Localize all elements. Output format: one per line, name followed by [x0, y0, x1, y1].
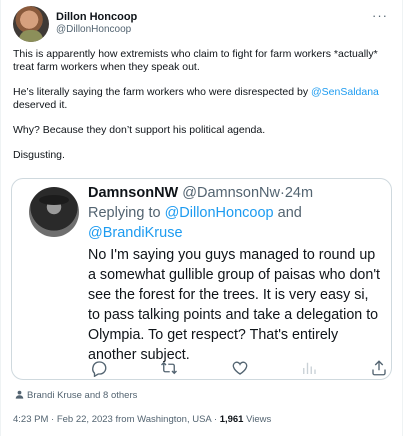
quoted-tweet-header: DamnsonNW @DamnsonNw·24m [88, 183, 313, 203]
quoted-handle[interactable]: @DamnsonNw [182, 185, 280, 201]
tweet-paragraph: Why? Because they don’t support his poli… [13, 124, 266, 136]
views-label: Views [246, 414, 272, 425]
post-date[interactable]: Feb 22, 2023 [57, 414, 113, 425]
tweet-header: Dillon Honcoop @DillonHoncoop ··· [13, 6, 390, 42]
quoted-display-name[interactable]: DamnsonNW [88, 185, 178, 201]
tweet-paragraph: Disgusting. [13, 149, 65, 161]
author-avatar[interactable] [13, 6, 49, 42]
liked-by[interactable]: Brandi Kruse and 8 others [15, 390, 137, 402]
quoted-action-bar [88, 359, 388, 378]
separator-dot: · [51, 414, 55, 425]
tweet-text-span: He’s literally saying the farm workers w… [13, 86, 312, 98]
person-icon [15, 390, 24, 399]
tweet: Dillon Honcoop @DillonHoncoop ··· This i… [0, 0, 403, 436]
reply-icon[interactable] [90, 359, 108, 378]
analytics-icon[interactable] [300, 359, 318, 377]
like-icon[interactable] [231, 359, 249, 377]
replying-to: Replying to @DillonHoncoop and @BrandiKr… [88, 203, 378, 243]
quoted-tweet-text: No I'm saying you guys managed to round … [88, 247, 381, 363]
share-icon[interactable] [370, 359, 388, 377]
more-horizontal-icon[interactable]: ··· [372, 8, 388, 23]
separator-dot: · [213, 414, 218, 425]
tweet-meta: 4:23 PM · Feb 22, 2023 from Washington, … [13, 414, 271, 426]
post-location: from Washington, USA [115, 414, 212, 425]
post-time[interactable]: 4:23 PM [13, 414, 48, 425]
retweet-icon[interactable] [160, 359, 178, 377]
author-block[interactable]: Dillon Honcoop @DillonHoncoop [56, 11, 137, 36]
mention-link[interactable]: @SenSaldana [311, 86, 379, 98]
quoted-tweet[interactable]: DamnsonNW @DamnsonNw·24m Replying to @Di… [11, 178, 392, 380]
mention-link[interactable]: @BrandiKruse [88, 225, 183, 241]
tweet-paragraph: He’s literally saying the farm workers w… [13, 86, 389, 112]
tweet-text: This is apparently how extremists who cl… [13, 48, 389, 174]
mention-link[interactable]: @DillonHoncoop [165, 205, 274, 221]
views-count: 1,961 [219, 414, 244, 425]
liked-by-text: Brandi Kruse and 8 others [27, 390, 138, 401]
author-display-name[interactable]: Dillon Honcoop [56, 11, 137, 23]
tweet-text-span: deserved it. [13, 99, 68, 111]
replying-to-label: Replying to [88, 205, 165, 221]
quoted-author-avatar[interactable] [29, 187, 79, 237]
tweet-paragraph: This is apparently how extremists who cl… [13, 48, 378, 73]
quoted-timestamp[interactable]: 24m [285, 185, 313, 201]
replying-to-and: and [273, 205, 302, 221]
author-handle[interactable]: @DillonHoncoop [56, 23, 137, 36]
